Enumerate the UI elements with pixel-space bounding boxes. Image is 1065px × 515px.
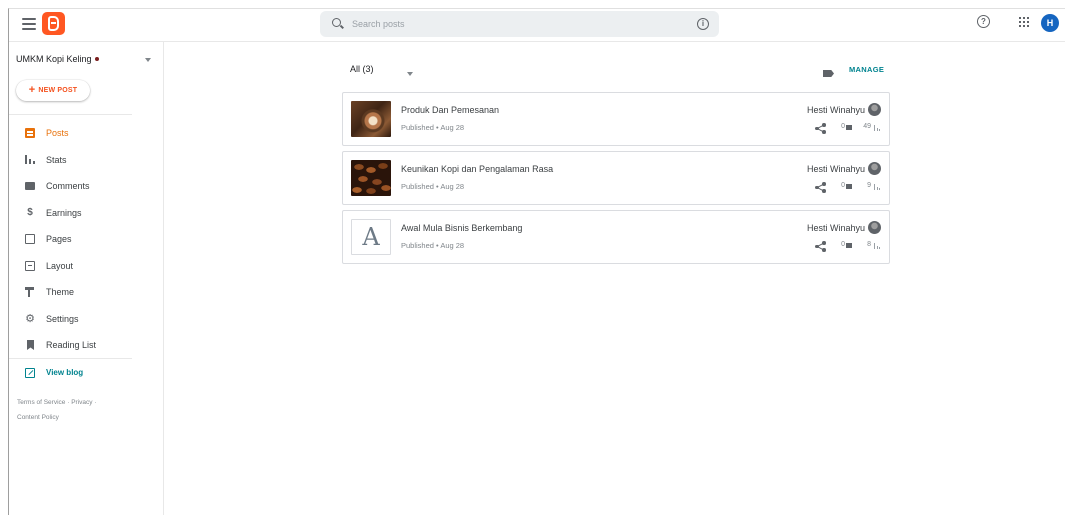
post-title[interactable]: Keunikan Kopi dan Pengalaman Rasa bbox=[401, 164, 553, 174]
posts-icon bbox=[25, 128, 35, 138]
sidebar-item-label: Stats bbox=[46, 155, 67, 165]
terms-link[interactable]: Terms of Service bbox=[17, 399, 65, 406]
new-post-button[interactable]: + NEW POST bbox=[16, 80, 90, 101]
chevron-down-icon bbox=[145, 58, 151, 62]
sidebar-item-label: Settings bbox=[46, 314, 79, 324]
settings-icon: ⚙ bbox=[25, 313, 35, 325]
sidebar-item-earnings[interactable]: $ Earnings bbox=[25, 205, 145, 223]
top-bar: i ? H bbox=[9, 9, 1065, 42]
comment-icon bbox=[846, 125, 852, 130]
divider bbox=[9, 114, 132, 115]
footer-links: Terms of Service · Privacy · Content Pol… bbox=[17, 399, 97, 421]
post-title[interactable]: Produk Dan Pemesanan bbox=[401, 105, 499, 115]
divider bbox=[9, 358, 132, 359]
theme-icon bbox=[25, 287, 35, 297]
menu-icon[interactable] bbox=[22, 18, 36, 30]
post-thumbnail bbox=[351, 160, 391, 196]
sidebar-item-reading-list[interactable]: Reading List bbox=[25, 337, 145, 355]
comment-icon bbox=[846, 184, 852, 189]
bookmark-icon bbox=[27, 340, 34, 350]
view-count: 9 bbox=[867, 182, 871, 189]
search-input[interactable] bbox=[352, 15, 672, 33]
new-post-label: NEW POST bbox=[38, 87, 78, 94]
post-author: Hesti Winahyu bbox=[806, 105, 865, 115]
sidebar-item-pages[interactable]: Pages bbox=[25, 231, 145, 249]
author-avatar bbox=[868, 221, 881, 234]
account-avatar[interactable]: H bbox=[1041, 14, 1059, 32]
layout-icon bbox=[25, 261, 35, 271]
sidebar: UMKM Kopi Keling + NEW POST Posts Stats C… bbox=[9, 42, 164, 515]
manage-labels-button[interactable]: MANAGE bbox=[849, 65, 884, 74]
comment-count: 0 bbox=[841, 123, 845, 130]
sidebar-item-label: Comments bbox=[46, 181, 90, 191]
blog-selector[interactable]: UMKM Kopi Keling bbox=[16, 54, 151, 70]
post-row[interactable]: Keunikan Kopi dan Pengalaman Rasa Publis… bbox=[342, 151, 890, 205]
pages-icon bbox=[25, 234, 35, 244]
search-icon[interactable] bbox=[332, 18, 341, 27]
label-icon bbox=[823, 70, 834, 77]
sidebar-item-comments[interactable]: Comments bbox=[25, 178, 145, 196]
comment-count: 0 bbox=[841, 241, 845, 248]
sidebar-item-label: Layout bbox=[46, 261, 74, 271]
comment-icon bbox=[846, 243, 852, 248]
stats-icon bbox=[25, 155, 35, 165]
open-external-icon bbox=[25, 368, 35, 378]
apps-grid-icon[interactable] bbox=[1019, 17, 1029, 27]
blog-name: UMKM Kopi Keling bbox=[16, 54, 92, 64]
author-avatar bbox=[868, 162, 881, 175]
sidebar-item-settings[interactable]: ⚙ Settings bbox=[25, 311, 145, 329]
post-author: Hesti Winahyu bbox=[806, 164, 865, 174]
privacy-link[interactable]: Privacy bbox=[71, 399, 92, 406]
author-avatar bbox=[868, 103, 881, 116]
share-icon[interactable] bbox=[815, 182, 826, 193]
stats-bars-icon bbox=[874, 184, 881, 190]
post-status: Published • Aug 28 bbox=[401, 182, 465, 191]
blog-dot-icon bbox=[94, 57, 99, 61]
stats-bars-icon bbox=[874, 125, 881, 131]
view-blog-label: View blog bbox=[46, 368, 84, 377]
help-icon[interactable]: ? bbox=[977, 15, 990, 28]
post-row[interactable]: Produk Dan Pemesanan Published • Aug 28 … bbox=[342, 92, 890, 146]
chevron-down-icon[interactable] bbox=[407, 72, 413, 76]
post-title[interactable]: Awal Mula Bisnis Berkembang bbox=[401, 223, 522, 233]
share-icon[interactable] bbox=[815, 241, 826, 252]
sidebar-item-label: Posts bbox=[46, 128, 69, 138]
post-author: Hesti Winahyu bbox=[806, 223, 865, 233]
view-count: 8 bbox=[867, 241, 871, 248]
sidebar-item-stats[interactable]: Stats bbox=[25, 152, 145, 170]
sidebar-item-theme[interactable]: Theme bbox=[25, 284, 145, 302]
post-list: Produk Dan Pemesanan Published • Aug 28 … bbox=[342, 92, 890, 269]
app-window: i ? H UMKM Kopi Keling +NEW POST Posts S… bbox=[8, 8, 1065, 515]
blogger-logo-icon[interactable] bbox=[42, 12, 65, 35]
content-policy-link[interactable]: Content Policy bbox=[17, 414, 59, 421]
search-bar: i bbox=[320, 11, 719, 37]
sidebar-item-label: Reading List bbox=[46, 340, 97, 350]
info-icon[interactable]: i bbox=[697, 18, 709, 30]
stats-bars-icon bbox=[874, 243, 881, 249]
sidebar-item-label: Pages bbox=[46, 234, 72, 244]
post-status: Published • Aug 28 bbox=[401, 241, 465, 250]
post-status: Published • Aug 28 bbox=[401, 123, 465, 132]
post-thumbnail bbox=[351, 101, 391, 137]
sidebar-item-label: Theme bbox=[46, 287, 75, 297]
view-blog-link[interactable]: View blog bbox=[25, 365, 145, 383]
comment-count: 0 bbox=[841, 182, 845, 189]
sidebar-item-layout[interactable]: Layout bbox=[25, 258, 145, 276]
sidebar-item-posts[interactable]: Posts bbox=[25, 125, 145, 143]
post-filter-dropdown[interactable]: All (3) bbox=[350, 64, 374, 74]
sidebar-item-label: Earnings bbox=[46, 208, 82, 218]
plus-icon: + bbox=[28, 84, 36, 96]
post-thumbnail: A bbox=[351, 219, 391, 255]
share-icon[interactable] bbox=[815, 123, 826, 134]
view-count: 49 bbox=[863, 123, 871, 130]
dollar-icon: $ bbox=[27, 207, 33, 218]
post-row[interactable]: A Awal Mula Bisnis Berkembang Published … bbox=[342, 210, 890, 264]
comments-icon bbox=[25, 182, 35, 190]
